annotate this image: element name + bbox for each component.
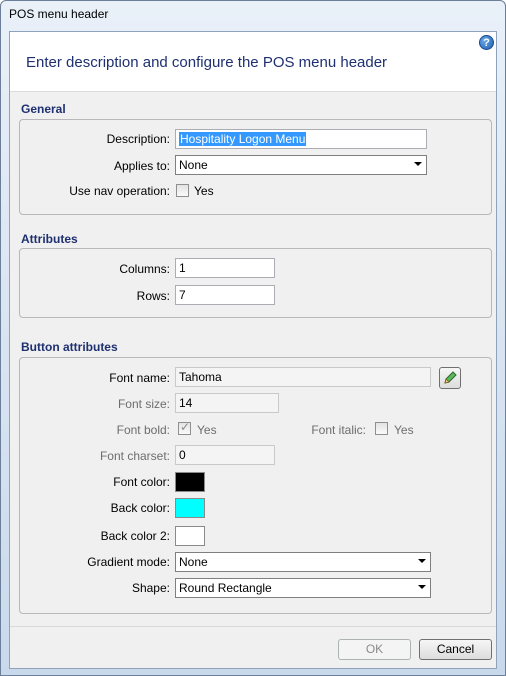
- chevron-down-icon: [418, 585, 426, 589]
- rows-label: Rows:: [136, 289, 170, 303]
- chevron-down-icon: [414, 162, 422, 166]
- section-title-button-attributes: Button attributes: [21, 340, 118, 354]
- font-bold-checkbox: [178, 420, 191, 435]
- use-nav-label: Use nav operation:: [69, 184, 170, 198]
- chevron-down-icon: [418, 559, 426, 563]
- font-size-field: 14: [175, 393, 279, 413]
- font-bold-label: Font bold:: [116, 423, 170, 437]
- font-italic-checkbox-label: Yes: [394, 423, 414, 437]
- gradient-mode-label: Gradient mode:: [87, 555, 170, 569]
- rows-field[interactable]: 7: [175, 285, 275, 305]
- font-name-label: Font name:: [109, 371, 170, 385]
- back-color-label: Back color:: [110, 501, 170, 515]
- pencil-icon: [444, 371, 457, 384]
- dialog-client-area: Enter description and configure the POS …: [9, 31, 497, 669]
- group-button-attributes: Font name: Tahoma Font size: 14 Font bol…: [19, 357, 492, 614]
- font-color-swatch[interactable]: [175, 472, 205, 492]
- columns-field[interactable]: 1: [175, 258, 275, 278]
- font-charset-label: Font charset:: [99, 449, 170, 463]
- font-color-label: Font color:: [113, 475, 170, 489]
- group-general: Description: Hospitality Logon Menu Appl…: [19, 119, 492, 215]
- font-size-label: Font size:: [117, 397, 170, 411]
- font-italic-checkbox: [375, 422, 388, 435]
- use-nav-checkbox[interactable]: [176, 184, 189, 197]
- ok-button[interactable]: OK: [338, 639, 411, 660]
- dialog-window: POS menu header Enter description and co…: [0, 0, 506, 676]
- font-bold-checkbox-label: Yes: [197, 423, 217, 437]
- font-italic-label: Font italic:: [311, 423, 366, 437]
- applies-to-select[interactable]: None: [175, 155, 427, 175]
- font-name-field: Tahoma: [175, 367, 431, 387]
- applies-to-label: Applies to:: [113, 159, 170, 173]
- cancel-button[interactable]: Cancel: [419, 639, 492, 660]
- edit-font-button[interactable]: [439, 367, 461, 389]
- group-attributes: Columns: 1 Rows: 7: [19, 248, 492, 318]
- gradient-mode-value: None: [179, 555, 208, 569]
- description-label: Description:: [106, 132, 170, 146]
- font-charset-field: 0: [175, 445, 275, 465]
- footer-divider: [10, 626, 496, 627]
- back-color-2-swatch[interactable]: [175, 526, 205, 546]
- use-nav-checkbox-label: Yes: [194, 184, 214, 198]
- shape-select[interactable]: Round Rectangle: [175, 578, 431, 598]
- back-color-2-label: Back color 2:: [100, 529, 170, 543]
- back-color-swatch[interactable]: [175, 498, 205, 518]
- description-value: Hospitality Logon Menu: [179, 132, 307, 146]
- header-area: Enter description and configure the POS …: [10, 32, 496, 92]
- page-title: Enter description and configure the POS …: [26, 54, 388, 71]
- gradient-mode-select[interactable]: None: [175, 552, 431, 572]
- shape-value: Round Rectangle: [179, 581, 272, 595]
- section-title-attributes: Attributes: [21, 232, 78, 246]
- applies-to-value: None: [179, 158, 208, 172]
- section-title-general: General: [21, 102, 66, 116]
- help-icon[interactable]: ?: [479, 35, 494, 50]
- description-field[interactable]: Hospitality Logon Menu: [175, 129, 427, 149]
- shape-label: Shape:: [131, 581, 170, 595]
- window-title: POS menu header: [9, 7, 109, 21]
- columns-label: Columns:: [119, 262, 170, 276]
